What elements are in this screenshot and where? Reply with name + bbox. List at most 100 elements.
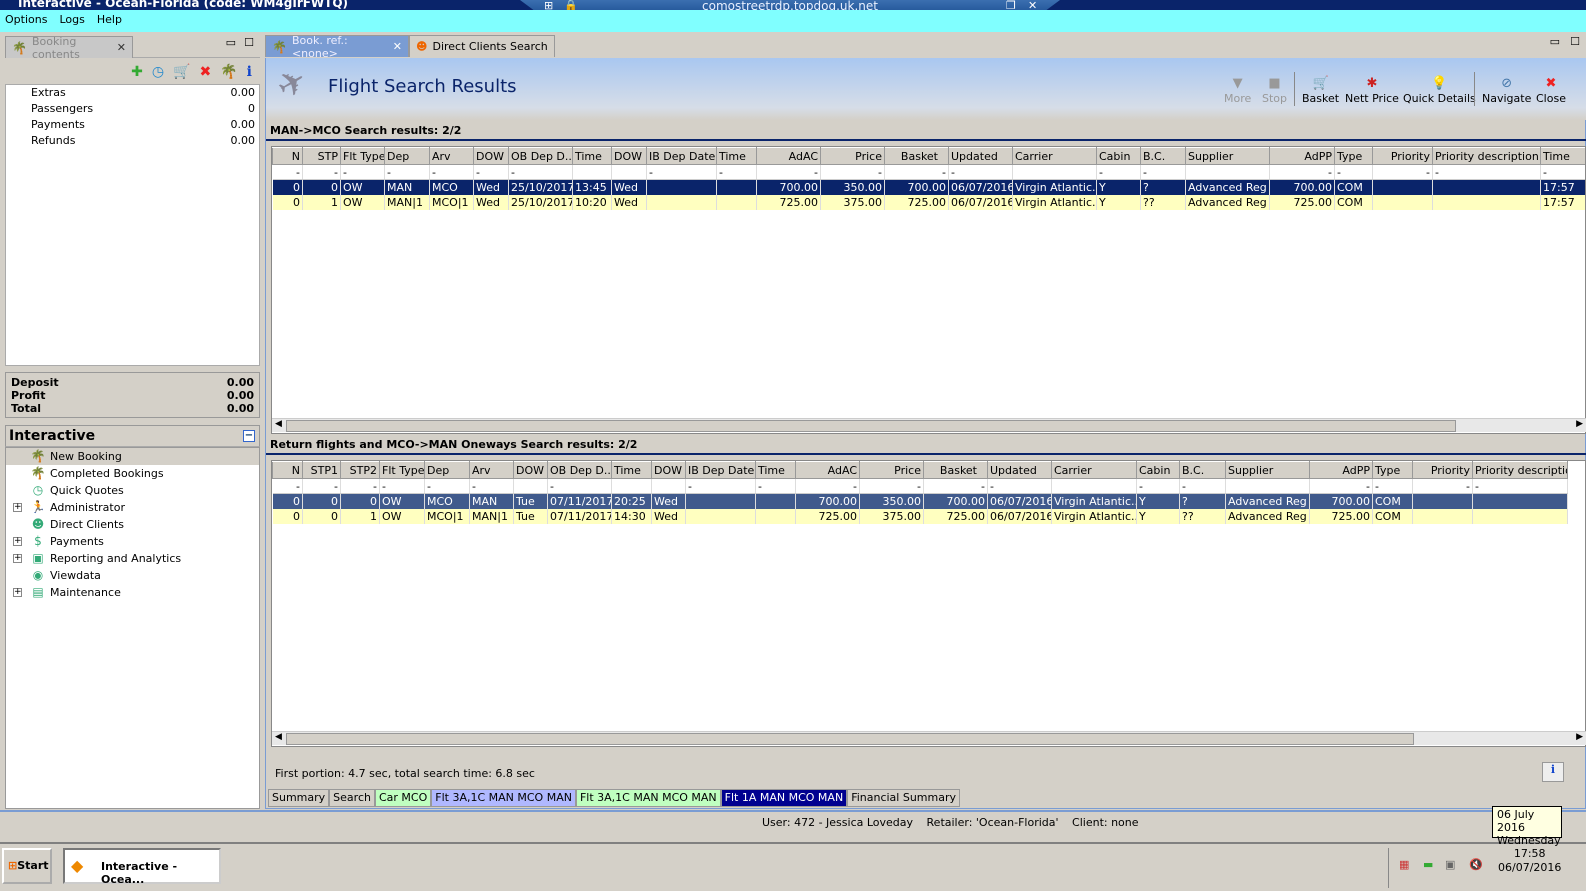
filter-cell[interactable]: - [547, 478, 612, 494]
nett-price-button[interactable]: ✱ Nett Price [1345, 76, 1399, 105]
column-header[interactable]: OB Dep D... [508, 147, 573, 165]
filter-cell[interactable]: - [272, 164, 303, 180]
expand-icon[interactable]: + [13, 537, 22, 546]
filter-cell[interactable]: - [685, 478, 756, 494]
filter-cell[interactable]: - [508, 164, 573, 180]
bottom-tab[interactable]: Flt 1A MAN MCO MAN [720, 789, 848, 807]
column-header[interactable]: Updated [948, 147, 1013, 165]
tab-booking-ref[interactable]: 🌴 Book. ref.: <none> ✕ [265, 34, 409, 60]
minimize-panel-icon[interactable]: ▭ [226, 36, 236, 49]
info-button[interactable]: i [1542, 762, 1564, 782]
filter-cell[interactable]: - [379, 478, 425, 494]
filter-cell[interactable]: - [1269, 164, 1335, 180]
column-header[interactable]: Time [1540, 147, 1585, 165]
avg-icon[interactable]: ▦ [1399, 858, 1409, 871]
clock[interactable]: 17:58 06/07/2016 [1498, 847, 1561, 875]
filter-cell[interactable]: - [340, 478, 380, 494]
table-row[interactable]: 0 1 OW MAN|1 MCO|1 Wed 25/10/2017 10:20 Wed 725.0… [272, 194, 1585, 210]
more-button[interactable]: ▼ More [1224, 76, 1251, 105]
table-row[interactable]: 0 0 1 OW MCO|1 MAN|1 Tue 07/11/2017 14:30 Wed 725.… [272, 508, 1568, 524]
tab-booking-contents[interactable]: 🌴 Booking contents ✕ [5, 35, 133, 61]
column-header[interactable]: Arv [429, 147, 474, 165]
filter-cell[interactable] [1012, 164, 1097, 180]
column-header[interactable]: Basket [884, 147, 949, 165]
filter-cell[interactable] [611, 164, 647, 180]
column-header[interactable]: AdAC [795, 461, 860, 479]
column-header[interactable]: DOW [473, 147, 509, 165]
outbound-horizontal-scrollbar[interactable]: ◀ ▶ [272, 418, 1586, 432]
filter-cell[interactable]: - [473, 164, 509, 180]
bottom-tab[interactable]: Flt 3A,1C MAN MCO MAN [431, 789, 576, 807]
filter-cell[interactable]: - [429, 164, 474, 180]
info-icon[interactable]: i [247, 64, 252, 80]
column-header[interactable]: Carrier [1051, 461, 1137, 479]
column-header[interactable]: Carrier [1012, 147, 1097, 165]
menu-logs[interactable]: Logs [59, 13, 84, 29]
column-header[interactable]: STP2 [340, 461, 380, 479]
column-header[interactable]: Time [611, 461, 652, 479]
column-header[interactable]: Dep [424, 461, 470, 479]
bottom-tab[interactable]: Summary [268, 789, 330, 807]
expand-icon[interactable]: + [13, 588, 22, 597]
bottom-tab[interactable]: Search [329, 789, 375, 807]
column-header[interactable]: Flt Type [379, 461, 425, 479]
filter-cell[interactable]: - [1412, 478, 1473, 494]
filter-cell[interactable]: - [859, 478, 924, 494]
nav-item-payments[interactable]: + $ Payments [6, 533, 259, 550]
column-header[interactable]: STP1 [302, 461, 341, 479]
filter-cell[interactable]: - [884, 164, 949, 180]
filter-cell[interactable]: - [1372, 164, 1433, 180]
filter-cell[interactable]: - [272, 478, 303, 494]
filter-cell[interactable]: - [1096, 164, 1141, 180]
filter-cell[interactable] [611, 478, 652, 494]
stop-button[interactable]: ■ Stop [1262, 76, 1287, 105]
close-tab-icon[interactable]: ✕ [117, 41, 126, 54]
palm-icon[interactable]: 🌴 [220, 64, 237, 80]
filter-cell[interactable] [1225, 478, 1310, 494]
filter-cell[interactable] [1185, 164, 1270, 180]
column-header[interactable]: AdPP [1269, 147, 1335, 165]
filter-cell[interactable]: - [424, 478, 470, 494]
navigate-button[interactable]: ⊘ Navigate [1482, 76, 1531, 105]
filter-cell[interactable]: - [1140, 164, 1186, 180]
column-header[interactable]: OB Dep D... [547, 461, 612, 479]
bottom-tab[interactable]: Financial Summary [847, 789, 961, 807]
table-row[interactable]: 0 0 0 OW MCO MAN Tue 07/11/2017 20:25 Wed 700.00 35… [272, 493, 1568, 509]
filter-cell[interactable]: - [1309, 478, 1373, 494]
column-header[interactable]: STP [302, 147, 341, 165]
column-header[interactable]: Updated [987, 461, 1052, 479]
column-header[interactable]: Dep [384, 147, 430, 165]
column-header[interactable]: Supplier [1185, 147, 1270, 165]
nav-item-quick-quotes[interactable]: ◷ Quick Quotes [6, 482, 259, 499]
column-header[interactable]: Price [820, 147, 885, 165]
column-header[interactable]: DOW [611, 147, 647, 165]
quick-details-button[interactable]: 💡 Quick Details [1403, 76, 1476, 105]
minimize-editor-icon[interactable]: ▭ [1550, 35, 1560, 48]
filter-cell[interactable] [572, 164, 612, 180]
column-header[interactable]: DOW [513, 461, 548, 479]
clock-icon[interactable]: ◷ [152, 64, 164, 80]
nav-item-new-booking[interactable]: 🌴 New Booking [6, 448, 259, 465]
column-header[interactable]: B.C. [1140, 147, 1186, 165]
column-header[interactable]: Priority [1372, 147, 1433, 165]
filter-cell[interactable]: - [1472, 478, 1568, 494]
column-header[interactable]: Cabin [1136, 461, 1180, 479]
maximize-editor-icon[interactable]: ☐ [1570, 35, 1580, 48]
filter-cell[interactable]: - [923, 478, 988, 494]
column-header[interactable]: B.C. [1179, 461, 1226, 479]
filter-cell[interactable]: - [302, 478, 341, 494]
filter-cell[interactable] [651, 478, 686, 494]
network-icon[interactable]: ▣ [1445, 858, 1455, 871]
delete-icon[interactable]: ✖ [200, 64, 212, 80]
column-header[interactable]: Time [572, 147, 612, 165]
column-header[interactable]: Type [1372, 461, 1413, 479]
column-header[interactable]: Time [716, 147, 757, 165]
filter-cell[interactable]: - [716, 164, 757, 180]
filter-cell[interactable]: - [302, 164, 341, 180]
column-header[interactable]: Priority [1412, 461, 1473, 479]
table-row[interactable]: 0 0 OW MAN MCO Wed 25/10/2017 13:45 Wed 700.00 350… [272, 179, 1585, 195]
nav-item-completed-bookings[interactable]: 🌴 Completed Bookings [6, 465, 259, 482]
filter-cell[interactable]: - [987, 478, 1052, 494]
menu-options[interactable]: Options [5, 13, 47, 29]
column-header[interactable]: Arv [469, 461, 514, 479]
